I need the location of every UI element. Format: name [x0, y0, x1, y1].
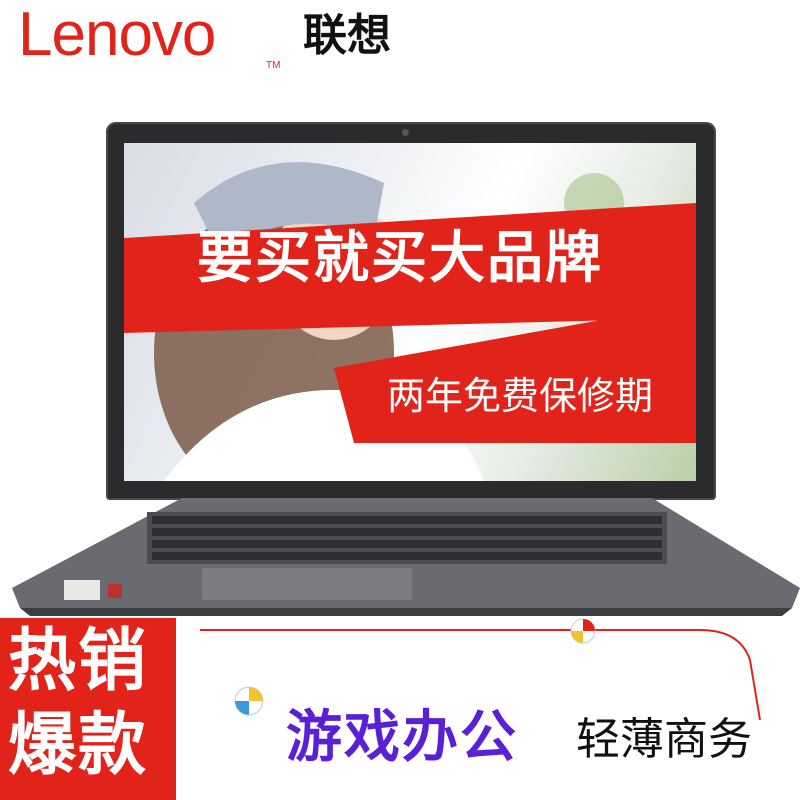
webcam-icon: [402, 129, 409, 136]
brand-tm: TM: [266, 60, 281, 71]
brand-chinese-name: 联想: [303, 10, 391, 61]
cpu-sticker: [64, 580, 100, 600]
laptop-edge: [20, 608, 792, 616]
laptop-base: [12, 498, 800, 616]
hot-sale-text: 热销 爆款: [8, 620, 168, 788]
beach-ball-icon: [570, 618, 596, 644]
screen-photo: [124, 162, 696, 481]
warranty-text: 两年免费保修期: [386, 374, 653, 418]
hot-line-1: 热销: [8, 622, 149, 701]
slim-business-text: 轻薄商务: [576, 714, 752, 765]
laptop-screen: [124, 143, 696, 481]
hot-line-2: 爆款: [8, 706, 149, 785]
gaming-office-text: 游戏办公: [286, 705, 518, 770]
graphics-sticker: [108, 584, 122, 598]
beach-ball-icon: [234, 686, 264, 716]
slogan-text: 要买就买大品牌: [197, 226, 603, 291]
touchpad: [202, 568, 412, 600]
brand-logo: Lenovo: [18, 0, 216, 69]
